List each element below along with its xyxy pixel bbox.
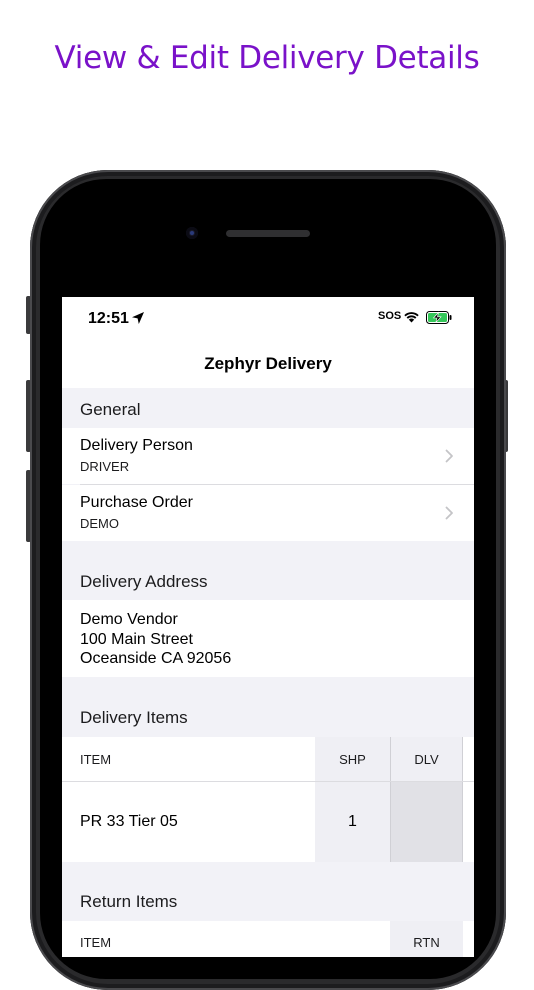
row-delivery-person[interactable]: Delivery Person DRIVER: [62, 428, 474, 484]
row-title: Delivery Person: [80, 437, 193, 454]
earpiece-speaker: [226, 230, 310, 237]
item-dlv-input[interactable]: [391, 782, 462, 862]
carrier-sos: SOS: [378, 310, 402, 322]
status-bar: 12:51 SOS: [62, 297, 474, 341]
address-line-city: Oceanside CA 92056: [80, 650, 232, 667]
section-header-delivery-items: Delivery Items: [80, 708, 188, 727]
front-camera: [186, 227, 198, 239]
column-header-dlv: DLV: [414, 752, 439, 767]
app-screen: 12:51 SOS Zephyr Delivery General Delive…: [62, 297, 474, 957]
battery-charging-icon: [426, 311, 452, 324]
return-items-table: ITEM RTN: [62, 921, 474, 957]
address-line-name: Demo Vendor: [80, 611, 178, 628]
status-time: 12:51: [88, 310, 129, 327]
row-value: DRIVER: [80, 459, 130, 474]
address-cell: Demo Vendor 100 Main Street Oceanside CA…: [62, 600, 474, 677]
row-title: Purchase Order: [80, 494, 193, 511]
column-header-shp: SHP: [339, 752, 366, 767]
location-arrow-icon: [132, 312, 144, 324]
chevron-right-icon: [445, 506, 453, 520]
row-value: DEMO: [80, 516, 119, 531]
chevron-right-icon: [445, 449, 453, 463]
delivery-items-table: ITEM SHP DLV PR 33 Tier 05 1: [62, 737, 474, 862]
column-header-item: ITEM: [80, 935, 112, 950]
column-header-rtn: RTN: [413, 935, 440, 950]
section-header-general: General: [80, 400, 141, 419]
marketing-headline: View & Edit Delivery Details: [54, 40, 480, 76]
address-line-street: 100 Main Street: [80, 630, 193, 648]
section-header-return-items: Return Items: [80, 892, 178, 911]
item-name: PR 33 Tier 05: [80, 813, 178, 830]
item-shp-qty: 1: [348, 813, 357, 830]
column-header-item: ITEM: [80, 752, 112, 767]
navigation-bar: Zephyr Delivery: [62, 341, 474, 388]
row-purchase-order[interactable]: Purchase Order DEMO: [62, 485, 474, 541]
section-header-delivery-address: Delivery Address: [80, 572, 208, 591]
nav-title: Zephyr Delivery: [204, 354, 332, 373]
wifi-icon: [404, 312, 419, 323]
